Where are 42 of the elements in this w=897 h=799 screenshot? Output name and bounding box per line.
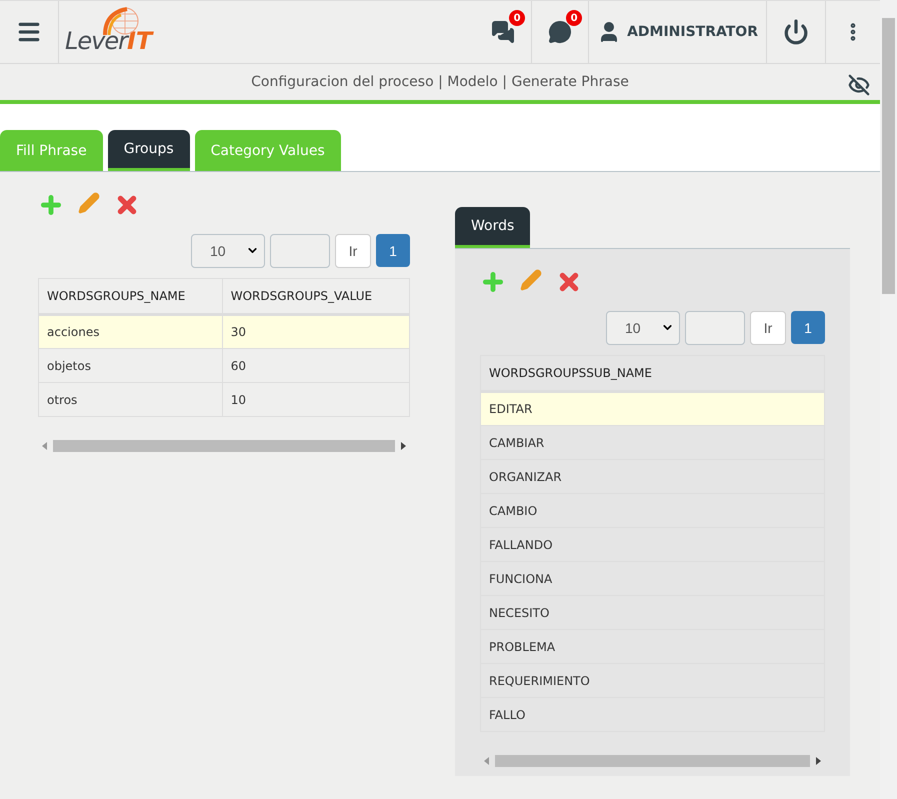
logo: LeverIT bbox=[58, 1, 152, 63]
chat-icon[interactable] bbox=[548, 20, 572, 44]
table-cell[interactable]: CAMBIO bbox=[480, 494, 824, 528]
messages-button[interactable]: 0 bbox=[475, 1, 532, 63]
table-cell[interactable]: PROBLEMA bbox=[480, 630, 824, 664]
breadcrumb: Configuracion del proceso | Modelo | Generate Phrase bbox=[251, 74, 629, 90]
add-icon[interactable] bbox=[38, 192, 64, 218]
table-cell[interactable]: objetos bbox=[38, 348, 222, 382]
chat-icon[interactable] bbox=[491, 20, 516, 44]
page-input[interactable] bbox=[685, 311, 745, 345]
table-cell[interactable]: CAMBIAR bbox=[480, 426, 824, 460]
table-cell[interactable]: REQUERIMIENTO bbox=[480, 664, 824, 698]
page-button[interactable]: 1 bbox=[376, 234, 410, 267]
scroll-right-icon[interactable] bbox=[816, 757, 821, 765]
table-cell[interactable]: NECESITO bbox=[480, 596, 824, 630]
table-cell[interactable]: FALLANDO bbox=[480, 528, 824, 562]
go-button[interactable]: Ir bbox=[750, 311, 786, 345]
page-size-select[interactable]: 10 bbox=[606, 311, 680, 345]
power-icon[interactable] bbox=[783, 19, 809, 45]
messages-button[interactable]: 0 bbox=[531, 1, 588, 63]
hide-icon[interactable] bbox=[848, 74, 870, 96]
page-size-select[interactable]: 10 bbox=[191, 234, 265, 268]
user-button[interactable]: ADMINISTRATOR bbox=[588, 1, 766, 63]
tab[interactable]: Groups bbox=[108, 130, 190, 171]
tab[interactable]: Words bbox=[455, 207, 530, 248]
page-input[interactable] bbox=[270, 234, 330, 268]
table-cell[interactable]: FUNCIONA bbox=[480, 562, 824, 596]
table-cell[interactable]: acciones bbox=[38, 314, 222, 348]
scroll-right-icon[interactable] bbox=[401, 442, 406, 450]
table-cell[interactable]: 30 bbox=[222, 314, 410, 348]
table-cell[interactable]: EDITAR bbox=[480, 392, 824, 426]
table-cell[interactable]: 10 bbox=[222, 382, 410, 416]
table-cell[interactable]: 60 bbox=[222, 348, 410, 382]
page-button[interactable]: 1 bbox=[791, 311, 825, 344]
go-button[interactable]: Ir bbox=[335, 234, 371, 268]
table-cell[interactable]: otros bbox=[38, 382, 222, 416]
count-badge: 0 bbox=[509, 10, 526, 26]
table-cell[interactable]: FALLO bbox=[480, 698, 824, 732]
scroll-left-icon[interactable] bbox=[42, 442, 47, 450]
table-cell[interactable]: ORGANIZAR bbox=[480, 460, 824, 494]
scroll-left-icon[interactable] bbox=[484, 757, 489, 765]
count-badge: 0 bbox=[566, 10, 582, 26]
